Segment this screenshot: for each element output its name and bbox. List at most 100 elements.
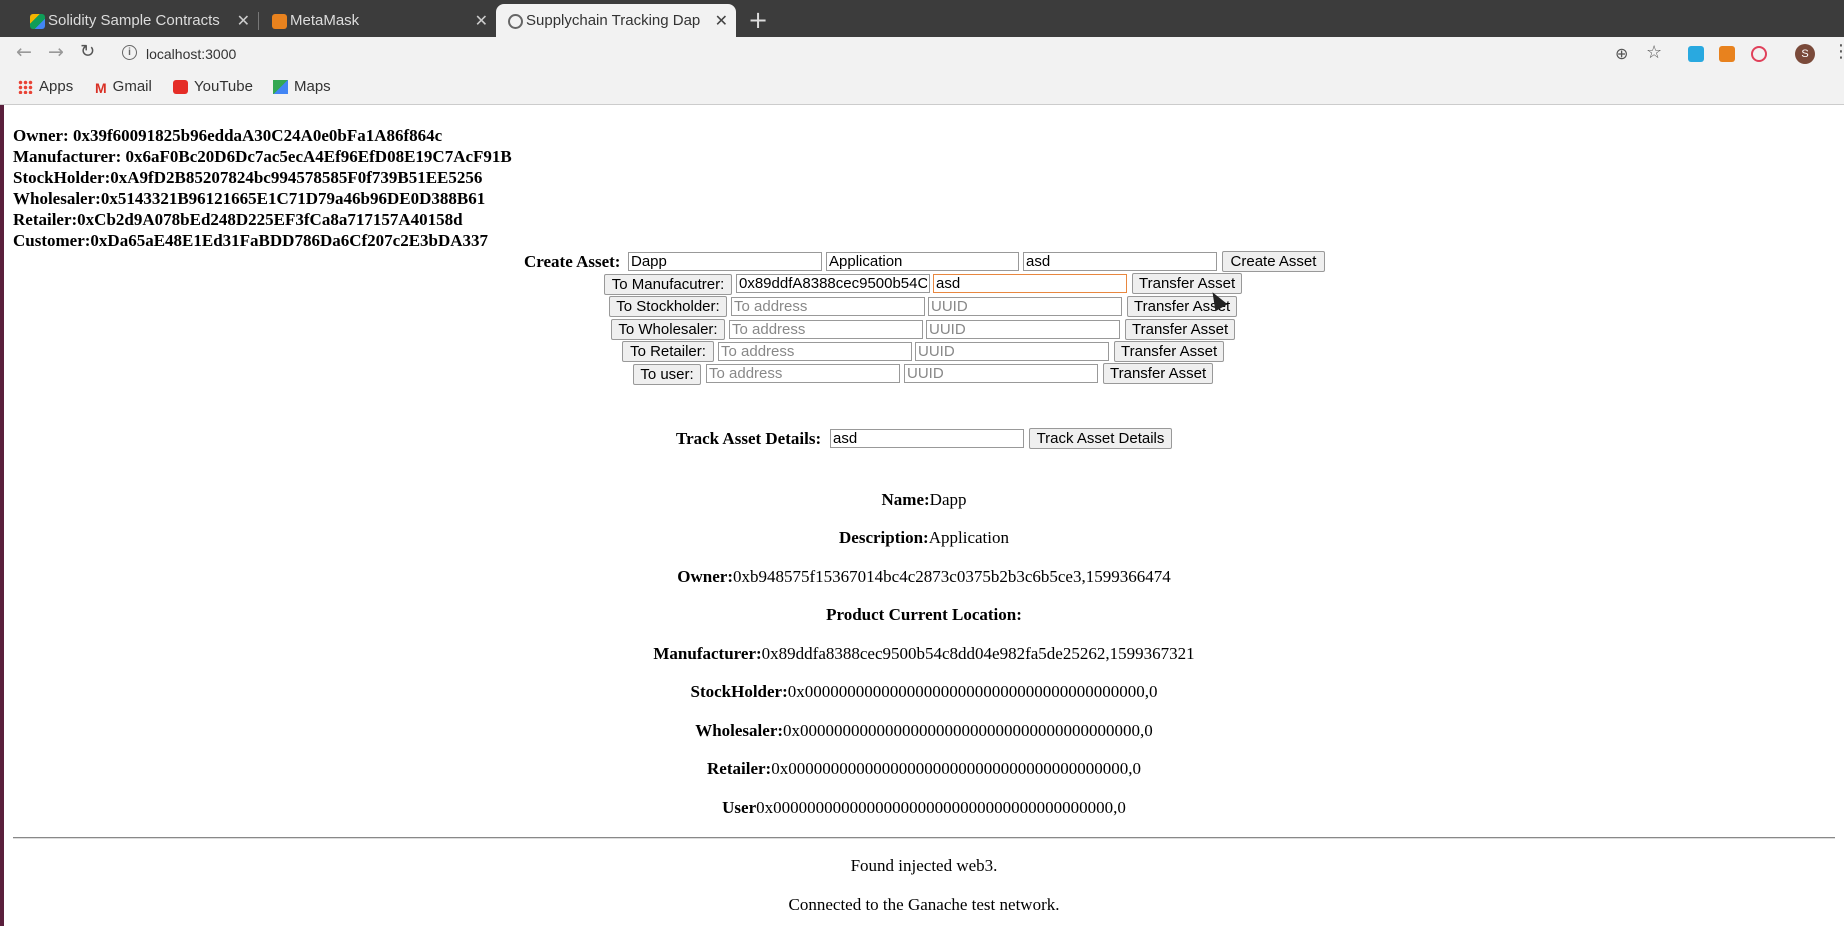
bookmark-gmail[interactable]: M Gmail (95, 78, 152, 96)
tab-solidity-sample-contracts[interactable]: Solidity Sample Contracts ✕ (18, 4, 258, 37)
detail-label: Name: (881, 490, 930, 509)
transfer-to-retailer-button[interactable]: Transfer Asset (1114, 341, 1224, 362)
create-asset-button[interactable]: Create Asset (1222, 251, 1325, 272)
apps-grid-icon (18, 79, 33, 94)
detail-label: Owner: (677, 567, 734, 586)
close-tab-icon[interactable]: ✕ (237, 11, 250, 31)
transfer-to-wholesaler-button[interactable]: Transfer Asset (1125, 319, 1235, 340)
detail-location-heading: Product Current Location: (826, 605, 1022, 625)
to-manufacturer-button[interactable]: To Manufacutrer: (604, 274, 732, 295)
stockholder-address: StockHolder:0xA9fD2B85207824bc994578585F… (13, 168, 483, 187)
youtube-icon (173, 79, 188, 94)
stockholder-uuid-input[interactable] (928, 297, 1122, 316)
to-user-button[interactable]: To user: (633, 364, 701, 385)
detail-value: 0x00000000000000000000000000000000000000… (756, 798, 1126, 817)
owner-address: Owner: 0x39f60091825b96eddaA30C24A0e0bFa… (13, 126, 443, 145)
detail-user: User0x0000000000000000000000000000000000… (722, 798, 1126, 818)
asset-name-input[interactable] (628, 252, 822, 271)
manufacturer-uuid-input[interactable] (933, 274, 1127, 293)
detail-label: Product Current Location: (826, 605, 1022, 624)
detail-value: 0xb948575f15367014bc4c2873c0375b2b3c6b5c… (733, 567, 1171, 586)
retailer-to-address-input[interactable] (718, 342, 912, 361)
zoom-icon[interactable]: ⊕ (1615, 44, 1628, 63)
detail-value: Application (928, 528, 1009, 547)
close-tab-icon[interactable]: ✕ (475, 11, 488, 31)
bookmark-star-icon[interactable]: ☆ (1646, 42, 1662, 63)
detail-value: Dapp (929, 490, 967, 509)
metamask-extension-icon[interactable] (1719, 46, 1735, 62)
globe-icon (508, 14, 523, 29)
transfer-to-manufacturer-button[interactable]: Transfer Asset (1132, 273, 1242, 294)
bookmark-label: Apps (39, 78, 74, 95)
to-stockholder-button[interactable]: To Stockholder: (609, 296, 727, 317)
detail-value: 0x00000000000000000000000000000000000000… (787, 682, 1158, 701)
transfer-to-user-button[interactable]: Transfer Asset (1103, 363, 1213, 384)
detail-label: Description: (839, 528, 929, 547)
tab-metamask[interactable]: MetaMask ✕ (260, 4, 496, 37)
detail-label: Retailer: (707, 759, 772, 778)
site-info-icon[interactable]: i (122, 45, 137, 60)
track-asset-details-button[interactable]: Track Asset Details (1029, 428, 1172, 449)
user-uuid-input[interactable] (904, 364, 1098, 383)
detail-label: User (722, 798, 757, 817)
browser-tab-strip: Solidity Sample Contracts ✕ MetaMask ✕ S… (0, 0, 1844, 37)
bookmark-maps[interactable]: Maps (273, 78, 331, 95)
back-arrow-icon[interactable]: ← (16, 41, 32, 63)
address-bar[interactable]: i localhost:3000 (112, 40, 1660, 69)
close-tab-icon[interactable]: ✕ (715, 11, 728, 31)
new-tab-button[interactable]: + (748, 6, 768, 34)
divider (13, 837, 1835, 839)
user-to-address-input[interactable] (706, 364, 900, 383)
bookmark-label: YouTube (194, 78, 253, 95)
retailer-uuid-input[interactable] (915, 342, 1109, 361)
detail-description: Description:Application (839, 528, 1009, 548)
bookmark-label: Gmail (112, 78, 152, 95)
bookmarks-bar: Apps M Gmail YouTube Maps (0, 72, 1844, 105)
detail-label: Wholesaler: (695, 721, 784, 740)
reload-icon[interactable]: ↻ (80, 41, 95, 62)
asset-uuid-input[interactable] (1023, 252, 1217, 271)
to-retailer-button[interactable]: To Retailer: (622, 341, 714, 362)
wholesaler-address: Wholesaler:0x5143321B96121665E1C71D79a46… (13, 189, 486, 208)
detail-label: StockHolder: (690, 682, 788, 701)
network-status: Connected to the Ganache test network. (788, 895, 1060, 914)
gmail-icon: M (95, 79, 107, 96)
wholesaler-to-address-input[interactable] (729, 320, 923, 339)
detail-wholesaler: Wholesaler:0x000000000000000000000000000… (695, 721, 1153, 741)
to-wholesaler-button[interactable]: To Wholesaler: (611, 319, 725, 340)
detail-retailer: Retailer:0x00000000000000000000000000000… (707, 759, 1141, 779)
maps-icon (273, 79, 288, 94)
menu-kebab-icon[interactable]: ⋮ (1832, 41, 1844, 62)
browser-toolbar: ← → ↻ i localhost:3000 ⊕ ☆ S ⋮ (0, 37, 1844, 72)
manufacturer-address: Manufacturer: 0x6aF0Bc20D6Dc7ac5ecA4Ef96… (13, 147, 512, 166)
create-asset-label: Create Asset: (524, 252, 621, 271)
stockholder-to-address-input[interactable] (731, 297, 925, 316)
detail-value: 0x00000000000000000000000000000000000000… (783, 721, 1153, 740)
tab-title: Supplychain Tracking Dapp (526, 12, 701, 29)
detail-stockholder: StockHolder:0x00000000000000000000000000… (690, 682, 1157, 702)
detail-name: Name:Dapp (882, 490, 967, 510)
google-drive-icon (30, 14, 45, 29)
metamask-fox-icon (272, 14, 287, 29)
detail-manufacturer: Manufacturer:0x89ddfa8388cec9500b54c8dd0… (653, 644, 1194, 664)
bookmark-apps[interactable]: Apps (18, 78, 73, 95)
web3-status: Found injected web3. (850, 856, 998, 875)
tab-supplychain-tracking-dapp[interactable]: Supplychain Tracking Dapp ✕ (496, 4, 736, 37)
bookmark-youtube[interactable]: YouTube (173, 78, 253, 95)
detail-value: 0x00000000000000000000000000000000000000… (771, 759, 1141, 778)
track-uuid-input[interactable] (830, 429, 1024, 448)
url-text: localhost:3000 (146, 46, 237, 62)
window-edge (0, 105, 4, 926)
forward-arrow-icon[interactable]: → (48, 41, 64, 63)
profile-avatar[interactable]: S (1795, 44, 1815, 64)
manufacturer-to-address-input[interactable] (736, 274, 930, 293)
extension-icon[interactable] (1688, 46, 1704, 62)
asset-description-input[interactable] (826, 252, 1019, 271)
extension-icon[interactable] (1751, 46, 1767, 62)
wholesaler-uuid-input[interactable] (926, 320, 1120, 339)
tab-divider (258, 12, 259, 30)
bookmark-label: Maps (294, 78, 331, 95)
customer-address: Customer:0xDa65aE48E1Ed31FaBDD786Da6Cf20… (13, 231, 489, 250)
tab-title: MetaMask (290, 12, 360, 29)
tab-title: Solidity Sample Contracts (48, 12, 220, 29)
